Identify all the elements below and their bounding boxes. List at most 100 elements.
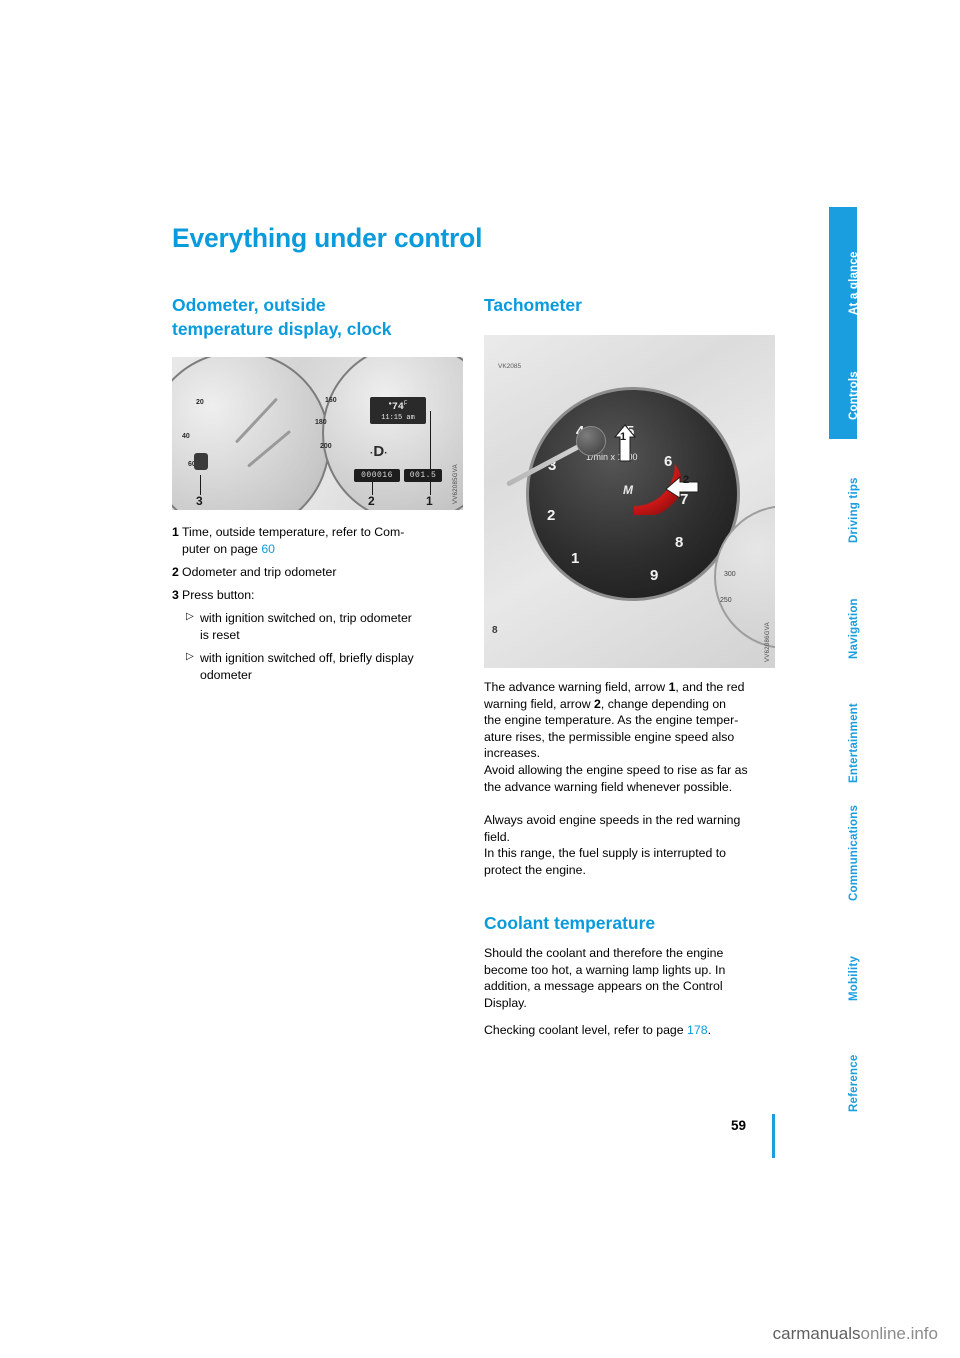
tachometer-paragraph-3: Always avoid engine speeds in the red wa… (484, 812, 780, 878)
brand-logo: M (623, 483, 633, 497)
sidebar-item-reference[interactable]: Reference (829, 1019, 860, 1115)
tach-scale-digit: 8 (675, 534, 684, 551)
list-item-text: Press button: (182, 588, 255, 602)
temperature-unit: F (403, 400, 408, 407)
sidebar-item-entertainment[interactable]: Entertainment (829, 671, 860, 787)
sub-item-line2: is reset (200, 627, 240, 642)
list-item-text: Odometer and trip odometer (182, 565, 337, 579)
p2-l2: the advance warning field whenever possi… (484, 779, 733, 794)
odometer-value: 000016 (361, 471, 393, 480)
secondary-dial (322, 357, 463, 510)
temperature-value: 74 (391, 401, 404, 413)
tach-scale-digit: 2 (547, 507, 556, 524)
watermark-prefix: carmanuals (772, 1324, 861, 1343)
callout-1: 1 (426, 494, 433, 508)
page-rule (772, 1114, 775, 1158)
c-p1-l3: addition, a message appears on the Contr… (484, 979, 723, 994)
p1-l4: ature rises, the permissible engine spee… (484, 729, 735, 744)
heading-coolant-temperature: Coolant temperature (484, 913, 656, 933)
p3-l2: field. (484, 829, 510, 844)
page-reference-178[interactable]: 178 (687, 1023, 708, 1037)
manual-page: At a glance Controls Driving tips Naviga… (0, 0, 960, 1358)
sidebar-item-label: Driving tips (848, 477, 860, 543)
list-item-1: 1 Time, outside temperature, refer to Co… (172, 524, 464, 557)
watermark-suffix: online.info (860, 1324, 938, 1343)
tachometer-paragraph-1: The advance warning field, arrow 1, and … (484, 679, 780, 762)
c-p2-post: . (707, 1023, 711, 1037)
p3-l1: Always avoid engine speeds in the red wa… (484, 813, 741, 827)
page-reference-60[interactable]: 60 (261, 542, 275, 556)
tick-label: 40 (182, 433, 190, 440)
tach-scale-digit: 1 (571, 550, 580, 567)
leader-line (430, 411, 431, 495)
sidebar-item-driving-tips[interactable]: Driving tips (829, 439, 860, 555)
callout-2: 2 (368, 494, 375, 508)
p2-l1: Avoid allowing the engine speed to rise … (484, 763, 748, 777)
tach-scale-digit: 6 (664, 453, 673, 470)
figure-caption: VV62085GVA (453, 464, 459, 504)
heading-tachometer: Tachometer (484, 295, 582, 315)
left-dial-digit: 8 (492, 625, 498, 636)
arrow-icon: ▷ (186, 651, 194, 662)
list-number: 1 (172, 525, 179, 539)
list-item-3: 3 Press button: (172, 587, 464, 604)
p1-l1-post: , and the red (675, 680, 745, 694)
list-item-text-cont: puter on page (182, 541, 262, 556)
sidebar-item-label: Navigation (848, 598, 860, 659)
sidebar-item-communications[interactable]: Communications (829, 787, 860, 903)
tachometer-dial (526, 387, 740, 601)
gear-indicator: ·D· (370, 443, 388, 460)
speedo-tick-label: 250 (720, 597, 732, 604)
callout-3: 3 (196, 494, 203, 508)
sub-item-line1: with ignition switched on, trip odometer (200, 611, 412, 625)
arrow-1-marker (613, 424, 637, 462)
tachometer-paragraph-2: Avoid allowing the engine speed to rise … (484, 762, 780, 795)
sidebar-item-mobility[interactable]: Mobility (829, 903, 860, 1019)
coolant-paragraph-1: Should the coolant and therefore the eng… (484, 945, 780, 1011)
heading-odometer-line2: temperature display, clock (172, 319, 392, 339)
figure-tachometer: 1 2 3 4 5 6 7 8 9 1/min x 1000 M 1 2 300… (484, 335, 775, 668)
sub-item-2: ▷ with ignition switched off, briefly di… (186, 650, 468, 683)
figure-caption: VV62086GVA (765, 622, 771, 662)
p1-l3: the engine temperature. As the engine te… (484, 713, 739, 728)
p1-l2-pre: warning field, arrow (484, 696, 595, 711)
outside-temperature-display: ●74F 11:15 am (370, 397, 426, 424)
heading-odometer-line1: Odometer, outside (172, 295, 326, 315)
tach-scale-digit: 9 (650, 567, 659, 584)
watermark: carmanualsonline.info (773, 1324, 938, 1344)
odometer-display: 000016 (354, 469, 400, 482)
tachometer-hub (576, 426, 606, 456)
tick-label: 160 (325, 397, 337, 404)
trip-odometer-display: 001.5 (404, 469, 442, 482)
tick-label: 200 (320, 443, 332, 450)
sidebar-item-label: At a glance (848, 251, 860, 315)
arrow-2-marker (665, 475, 699, 499)
corner-text: VK2085 (498, 363, 522, 370)
list-number: 3 (172, 588, 179, 602)
figure-instrument-cluster: 20 40 60 160 180 200 ●74F 11:15 am ·D· 0… (172, 357, 463, 510)
sidebar-item-at-a-glance[interactable]: At a glance (829, 207, 860, 323)
tick-label: 20 (196, 399, 204, 406)
c-p1-l1: Should the coolant and therefore the eng… (484, 946, 724, 960)
section-tab-rail: At a glance Controls Driving tips Naviga… (829, 207, 860, 1115)
sidebar-item-label: Controls (848, 371, 860, 420)
p3-l3: In this range, the fuel supply is interr… (484, 846, 726, 861)
heading-odometer: Odometer, outside temperature display, c… (172, 293, 462, 341)
list-item-text: Time, outside temperature, refer to Com- (182, 525, 405, 539)
speedometer-dial (172, 357, 330, 510)
p3-l4: protect the engine. (484, 862, 586, 877)
p1-l1-pre: The advance warning field, arrow (484, 680, 669, 694)
sidebar-item-label: Mobility (848, 955, 860, 1001)
clock-display: 11:15 am (381, 413, 415, 422)
arrow-1-number: 1 (620, 431, 627, 443)
speedo-tick-label: 300 (724, 571, 736, 578)
sidebar-item-label: Reference (848, 1054, 860, 1112)
trip-odometer-value: 001.5 (409, 471, 437, 480)
sidebar-item-controls[interactable]: Controls (829, 323, 860, 439)
coolant-paragraph-2: Checking coolant level, refer to page 17… (484, 1022, 780, 1039)
tick-label: 180 (315, 419, 327, 426)
sub-item-line2: odometer (200, 667, 252, 682)
sidebar-item-navigation[interactable]: Navigation (829, 555, 860, 671)
arrow-icon: ▷ (186, 611, 194, 622)
list-number: 2 (172, 565, 179, 579)
